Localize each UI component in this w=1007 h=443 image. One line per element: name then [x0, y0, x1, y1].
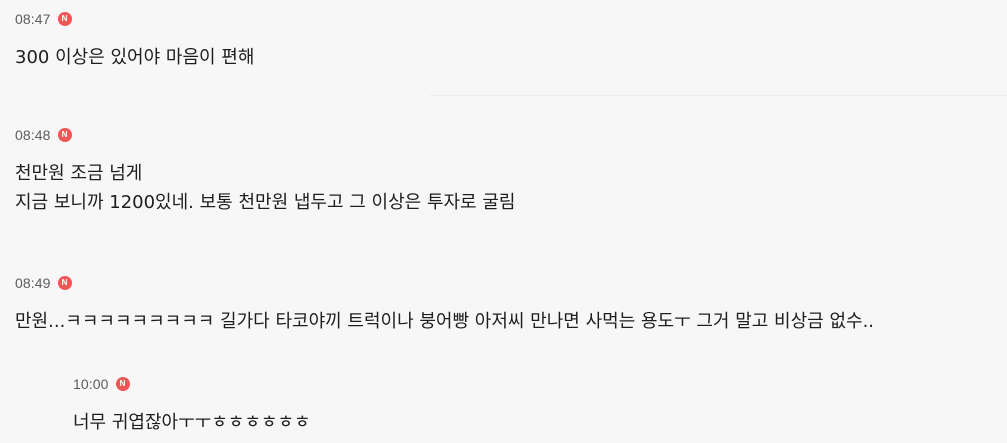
comment-meta: 08:48 N	[15, 125, 1007, 145]
comment-meta: 08:47 N	[15, 9, 1007, 29]
comment-line: 지금 보니까 1200있네. 보통 천만원 냅두고 그 이상은 투자로 굴림	[15, 192, 516, 213]
comment-thread: 08:47 N 300 이상은 있어야 마음이 편해 08:48 N 천만원 조…	[0, 0, 1007, 443]
comment-text: 300 이상은 있어야 마음이 편해	[15, 43, 1007, 72]
comment-item: 08:47 N 300 이상은 있어야 마음이 편해	[15, 9, 1007, 72]
reply-item: 10:00 N 너무 귀엽잖아ㅜㅜㅎㅎㅎㅎㅎㅎ	[73, 374, 1007, 437]
new-badge-icon: N	[115, 377, 130, 391]
comment-time: 08:47	[15, 11, 51, 27]
divider	[430, 95, 1007, 96]
comment-text: 만원...ㅋㅋㅋㅋㅋㅋㅋㅋㅋ 길가다 타코야끼 트럭이나 붕어빵 아저씨 만나면…	[15, 307, 1007, 336]
reply-text: 너무 귀엽잖아ㅜㅜㅎㅎㅎㅎㅎㅎ	[73, 408, 1007, 437]
reply-line: 너무 귀엽잖아ㅜㅜㅎㅎㅎㅎㅎㅎ	[73, 412, 311, 433]
comment-line: 300 이상은 있어야 마음이 편해	[15, 47, 255, 68]
comment-item: 08:48 N 천만원 조금 넘게 지금 보니까 1200있네. 보통 천만원 …	[15, 125, 1007, 217]
new-badge-icon: N	[57, 276, 72, 290]
comment-meta: 08:49 N	[15, 273, 1007, 293]
comment-line: 만원...ㅋㅋㅋㅋㅋㅋㅋㅋㅋ 길가다 타코야끼 트럭이나 붕어빵 아저씨 만나면…	[15, 311, 875, 332]
new-badge-icon: N	[57, 128, 72, 142]
comment-time: 08:49	[15, 275, 51, 291]
comment-item: 08:49 N 만원...ㅋㅋㅋㅋㅋㅋㅋㅋㅋ 길가다 타코야끼 트럭이나 붕어빵…	[15, 273, 1007, 336]
new-badge-icon: N	[57, 12, 72, 26]
comment-time: 08:48	[15, 127, 51, 143]
reply-meta: 10:00 N	[73, 374, 1007, 394]
comment-line: 천만원 조금 넘게	[15, 163, 143, 184]
comment-text: 천만원 조금 넘게 지금 보니까 1200있네. 보통 천만원 냅두고 그 이상…	[15, 159, 1007, 217]
reply-time: 10:00	[73, 376, 109, 392]
